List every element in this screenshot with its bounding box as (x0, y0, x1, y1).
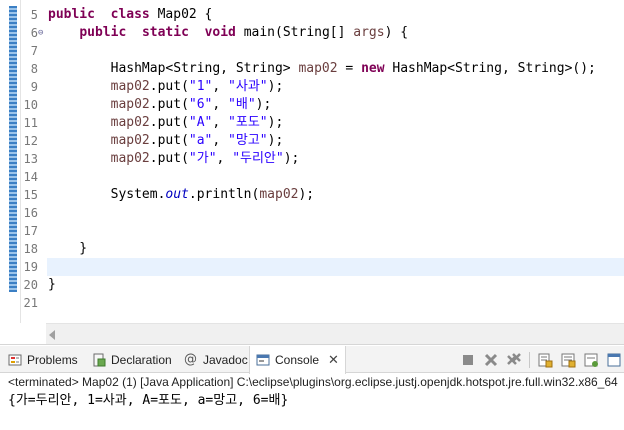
code-line[interactable]: 16 (0, 204, 624, 222)
console-toolbar (460, 346, 624, 373)
line-number: 13 (23, 152, 38, 166)
code-line[interactable]: 13 map02.put("가", "두리안"); (0, 150, 624, 168)
code-text[interactable]: public static void main(String[] args) { (48, 24, 408, 42)
fold-collapse-icon[interactable]: ⊖ (38, 29, 46, 38)
code-line[interactable]: 20} (0, 276, 624, 294)
toolbar-separator (529, 351, 530, 368)
line-number: 21 (23, 296, 38, 310)
line-number: 20 (23, 278, 38, 292)
code-text[interactable]: } (48, 240, 87, 258)
scroll-left-arrow-icon[interactable] (49, 330, 55, 340)
line-number: 6 (30, 26, 38, 40)
tab-label: Javadoc (203, 352, 248, 367)
word-wrap-icon[interactable] (560, 352, 576, 368)
code-line[interactable]: 10 map02.put("6", "배"); (0, 96, 624, 114)
remove-launch-icon[interactable] (483, 352, 499, 368)
tab-label: Problems (27, 352, 78, 367)
code-line[interactable]: 21 (0, 294, 624, 312)
tab-label: Console (275, 353, 320, 367)
line-number: 11 (23, 116, 38, 130)
code-line[interactable]: 7 (0, 42, 624, 60)
console-icon (256, 353, 270, 367)
line-number: 12 (23, 134, 38, 148)
display-selected-console-icon[interactable] (606, 352, 622, 368)
scroll-lock-icon[interactable] (537, 352, 553, 368)
code-text[interactable]: HashMap<String, String> map02 = new Hash… (48, 60, 596, 78)
code-text[interactable]: public class Map02 { (48, 6, 212, 24)
line-number: 5 (30, 8, 38, 22)
horizontal-scrollbar[interactable] (46, 323, 624, 344)
code-text[interactable]: } (48, 276, 56, 294)
close-icon[interactable]: ✕ (328, 352, 339, 368)
current-line-highlight (47, 258, 624, 276)
code-line[interactable]: 8 HashMap<String, String> map02 = new Ha… (0, 60, 624, 78)
console-output[interactable]: {가=두리안, 1=사과, A=포도, a=망고, 6=배} (8, 391, 288, 411)
line-number: 10 (23, 98, 38, 112)
javadoc-icon: @ (184, 351, 197, 367)
tab-console[interactable]: Console ✕ (249, 346, 346, 374)
line-number: 19 (23, 260, 38, 274)
code-text[interactable]: map02.put("A", "포도"); (48, 114, 284, 132)
tab-javadoc[interactable]: @ Javadoc (178, 346, 254, 373)
line-number: 14 (23, 170, 38, 184)
code-text[interactable]: System.out.println(map02); (48, 186, 315, 204)
code-text[interactable]: map02.put("6", "배"); (48, 96, 272, 114)
line-number: 17 (23, 224, 38, 238)
problems-icon (8, 353, 22, 367)
code-line[interactable]: 17 (0, 222, 624, 240)
code-text[interactable]: map02.put("가", "두리안"); (48, 150, 300, 168)
code-text[interactable]: map02.put("a", "망고"); (48, 132, 284, 150)
remove-all-terminated-icon[interactable] (506, 352, 522, 368)
line-number: 15 (23, 188, 38, 202)
code-line[interactable]: 15 System.out.println(map02); (0, 186, 624, 204)
line-number: 7 (30, 44, 38, 58)
line-number: 8 (30, 62, 38, 76)
code-line[interactable]: 19 (0, 258, 624, 276)
code-editor[interactable]: 5 public class Map02 {6 ⊖ public static vo… (0, 0, 624, 345)
console-view-tabbar: Problems Declaration @ Javadoc Console ✕ (0, 346, 624, 374)
declaration-icon (92, 353, 106, 367)
code-line[interactable]: 12 map02.put("a", "망고"); (0, 132, 624, 150)
code-line[interactable]: 9 map02.put("1", "사과"); (0, 78, 624, 96)
line-number: 16 (23, 206, 38, 220)
line-number: 18 (23, 242, 38, 256)
tab-problems[interactable]: Problems (2, 346, 84, 373)
tab-label: Declaration (111, 352, 172, 367)
tab-declaration[interactable]: Declaration (86, 346, 178, 373)
code-line[interactable]: 18 } (0, 240, 624, 258)
code-text[interactable]: map02.put("1", "사과"); (48, 78, 284, 96)
line-number: 9 (30, 80, 38, 94)
terminate-icon[interactable] (460, 352, 476, 368)
code-line[interactable]: 11 map02.put("A", "포도"); (0, 114, 624, 132)
console-process-label: <terminated> Map02 (1) [Java Application… (8, 375, 618, 389)
pin-console-icon[interactable] (583, 352, 599, 368)
code-line[interactable]: 6 ⊖ public static void main(String[] args… (0, 24, 624, 42)
code-line[interactable]: 5 public class Map02 { (0, 6, 624, 24)
code-line[interactable]: 14 (0, 168, 624, 186)
